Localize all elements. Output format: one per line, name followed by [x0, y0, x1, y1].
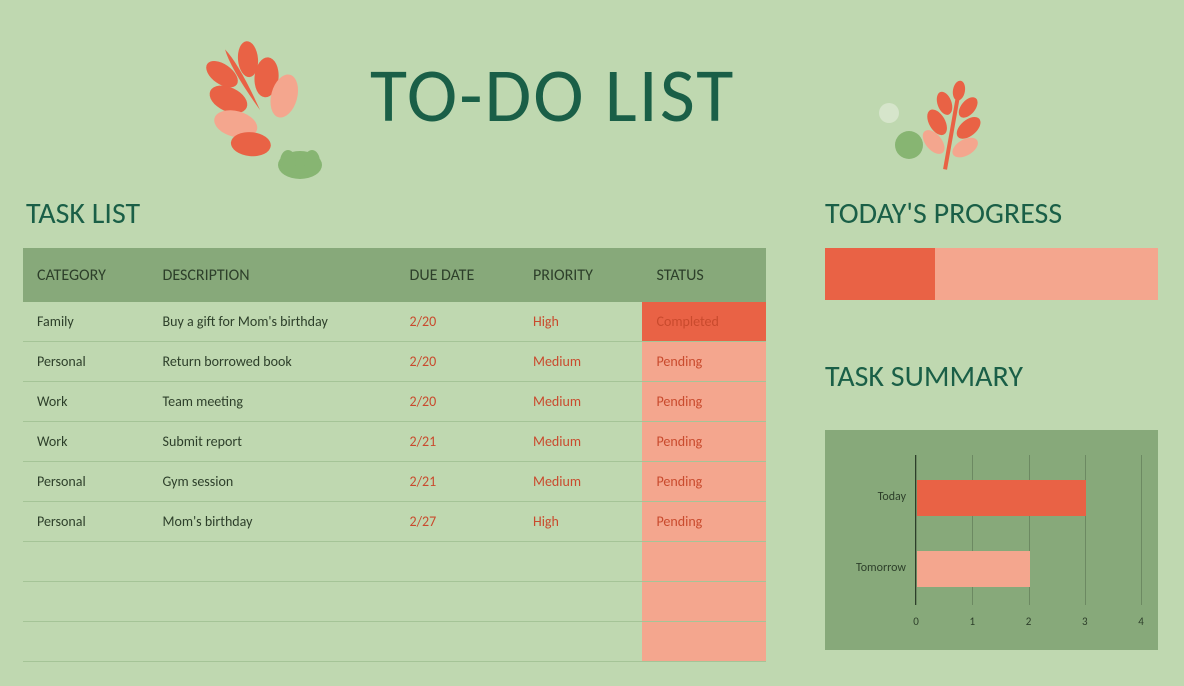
cell-due: 2/27 — [396, 502, 519, 542]
table-row[interactable]: FamilyBuy a gift for Mom's birthday2/20H… — [23, 302, 766, 342]
cell-priority: Medium — [519, 382, 642, 422]
chart-plot-area: 01234TodayTomorrow — [915, 455, 1140, 605]
page-title: TO-DO LIST — [370, 50, 735, 142]
cell-description: Mom's birthday — [149, 502, 396, 542]
cell-category: Personal — [23, 502, 149, 542]
cell-description: Submit report — [149, 422, 396, 462]
table-row[interactable]: PersonalMom's birthday2/27HighPending — [23, 502, 766, 542]
table-header-row: CATEGORY DESCRIPTION DUE DATE PRIORITY S… — [23, 248, 766, 302]
decorative-leaf-left — [185, 30, 345, 185]
chart-tick: 4 — [1138, 615, 1144, 628]
cell-category: Personal — [23, 462, 149, 502]
chart-category-label: Tomorrow — [836, 561, 906, 575]
summary-heading: TASK SUMMARY — [825, 358, 1023, 395]
task-list-heading: TASK LIST — [26, 195, 140, 232]
cell-description: Return borrowed book — [149, 342, 396, 382]
cell-priority: Medium — [519, 462, 642, 502]
cell-category: Personal — [23, 342, 149, 382]
chart-tick: 1 — [969, 615, 975, 628]
task-summary-chart: 0 1 2 3 4 Today Tomorrow — [825, 430, 1158, 650]
cell-priority: High — [519, 502, 642, 542]
chart-tick: 3 — [1082, 615, 1088, 628]
cell-due: 2/20 — [396, 302, 519, 342]
cell-due: 2/21 — [396, 422, 519, 462]
cell-status: Pending — [642, 422, 766, 462]
col-header-due: DUE DATE — [396, 248, 519, 302]
cell-due: 2/21 — [396, 462, 519, 502]
cell-description: Team meeting — [149, 382, 396, 422]
progress-fill — [825, 248, 935, 300]
col-header-status: STATUS — [642, 248, 766, 302]
progress-heading: TODAY'S PROGRESS — [825, 195, 1062, 232]
task-table: CATEGORY DESCRIPTION DUE DATE PRIORITY S… — [23, 248, 766, 662]
cell-status: Completed — [642, 302, 766, 342]
chart-bar — [917, 480, 1086, 516]
progress-bar — [825, 248, 1158, 300]
cell-due: 2/20 — [396, 342, 519, 382]
col-header-description: DESCRIPTION — [149, 248, 396, 302]
chart-tick: 0 — [913, 615, 919, 628]
table-row[interactable]: WorkSubmit report2/21MediumPending — [23, 422, 766, 462]
table-row-empty — [23, 582, 766, 622]
cell-status: Pending — [642, 382, 766, 422]
cell-description: Buy a gift for Mom's birthday — [149, 302, 396, 342]
header: TO-DO LIST — [0, 0, 1184, 175]
table-row-empty — [23, 622, 766, 662]
cell-due: 2/20 — [396, 382, 519, 422]
decorative-leaf-right — [874, 75, 1004, 190]
chart-category-label: Today — [836, 490, 906, 504]
col-header-priority: PRIORITY — [519, 248, 642, 302]
chart-bar — [917, 551, 1030, 587]
cell-category: Family — [23, 302, 149, 342]
cell-status: Pending — [642, 502, 766, 542]
chart-tick: 2 — [1026, 615, 1032, 628]
cell-category: Work — [23, 422, 149, 462]
table-row[interactable]: PersonalReturn borrowed book2/20MediumPe… — [23, 342, 766, 382]
col-header-category: CATEGORY — [23, 248, 149, 302]
cell-status-empty — [642, 582, 766, 622]
cell-status: Pending — [642, 342, 766, 382]
table-row[interactable]: PersonalGym session2/21MediumPending — [23, 462, 766, 502]
table-row[interactable]: WorkTeam meeting2/20MediumPending — [23, 382, 766, 422]
cell-category: Work — [23, 382, 149, 422]
cell-status: Pending — [642, 462, 766, 502]
cell-priority: High — [519, 302, 642, 342]
table-row-empty — [23, 542, 766, 582]
cell-status-empty — [642, 542, 766, 582]
cell-description: Gym session — [149, 462, 396, 502]
cell-priority: Medium — [519, 422, 642, 462]
cell-priority: Medium — [519, 342, 642, 382]
cell-status-empty — [642, 622, 766, 662]
